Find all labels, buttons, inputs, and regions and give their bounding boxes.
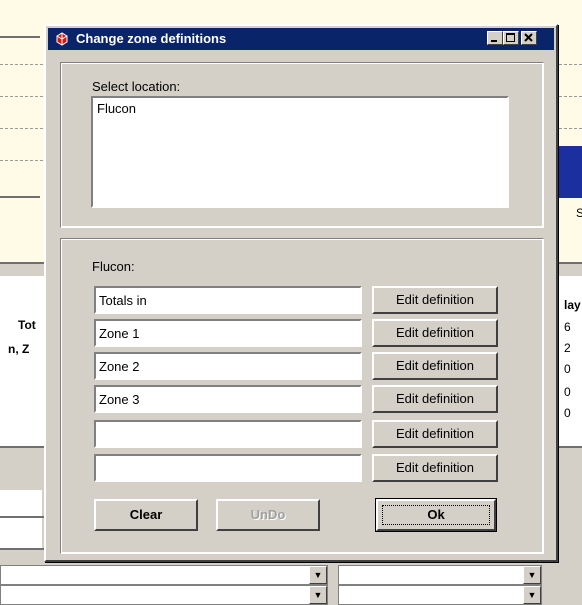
undo-button[interactable]: UnDo <box>216 499 320 531</box>
separator-line <box>0 548 44 550</box>
separator-line <box>0 196 40 198</box>
change-zone-definitions-dialog: Change zone definitions Select location:… <box>44 24 558 562</box>
close-icon[interactable] <box>521 31 537 45</box>
zone-field-3[interactable]: Zone 2 <box>94 352 362 380</box>
separator-line <box>0 36 40 38</box>
dropdown-arrow-icon[interactable]: ▼ <box>523 586 541 604</box>
background-blue-block <box>558 146 582 198</box>
zone-field-2[interactable]: Zone 1 <box>94 319 362 347</box>
ok-button[interactable]: Ok <box>375 498 497 532</box>
edit-definition-button-1[interactable]: Edit definition <box>372 286 498 314</box>
dropdown-arrow-icon[interactable]: ▼ <box>523 566 541 584</box>
dialog-titlebar[interactable]: Change zone definitions <box>48 28 554 50</box>
select-location-label: Select location: <box>92 79 181 94</box>
edit-definition-button-5[interactable]: Edit definition <box>372 420 498 448</box>
background-combobox[interactable]: ▼ <box>338 585 542 605</box>
edit-definition-button-3[interactable]: Edit definition <box>372 352 498 380</box>
background-combobox[interactable]: ▼ <box>338 565 542 585</box>
background-combobox[interactable]: ▼ <box>0 585 328 605</box>
background-column-header: Tot <box>18 318 36 332</box>
zone-field-6[interactable] <box>94 454 362 482</box>
background-combobox[interactable]: ▼ <box>0 565 328 585</box>
zone-field-5[interactable] <box>94 420 362 448</box>
zone-field-4[interactable]: Zone 3 <box>94 385 362 413</box>
zones-group-label: Flucon: <box>92 259 135 274</box>
background-value: 6 <box>564 320 571 334</box>
edit-definition-button-4[interactable]: Edit definition <box>372 385 498 413</box>
background-value: 0 <box>564 406 571 420</box>
minimize-icon[interactable] <box>487 31 503 45</box>
edit-definition-button-2[interactable]: Edit definition <box>372 319 498 347</box>
background-field <box>0 490 42 550</box>
background-column-header-right: lay <box>564 298 581 312</box>
background-value: 0 <box>564 385 571 399</box>
clear-button[interactable]: Clear <box>94 499 198 531</box>
background-value: 0 <box>564 362 571 376</box>
zone-field-1[interactable]: Totals in <box>94 286 362 314</box>
dropdown-arrow-icon[interactable]: ▼ <box>309 586 327 604</box>
app-icon <box>56 32 68 46</box>
dropdown-arrow-icon[interactable]: ▼ <box>309 566 327 584</box>
background-column-header: n, Z <box>8 342 30 356</box>
location-listbox[interactable]: Flucon <box>91 96 509 208</box>
dialog-title: Change zone definitions <box>76 31 227 46</box>
maximize-icon[interactable] <box>503 31 519 45</box>
separator-line <box>0 516 44 518</box>
location-item-flucon[interactable]: Flucon <box>97 101 136 116</box>
background-label-s: S <box>576 206 582 220</box>
background-value: 2 <box>564 341 571 355</box>
focus-rectangle <box>382 505 490 525</box>
edit-definition-button-6[interactable]: Edit definition <box>372 454 498 482</box>
